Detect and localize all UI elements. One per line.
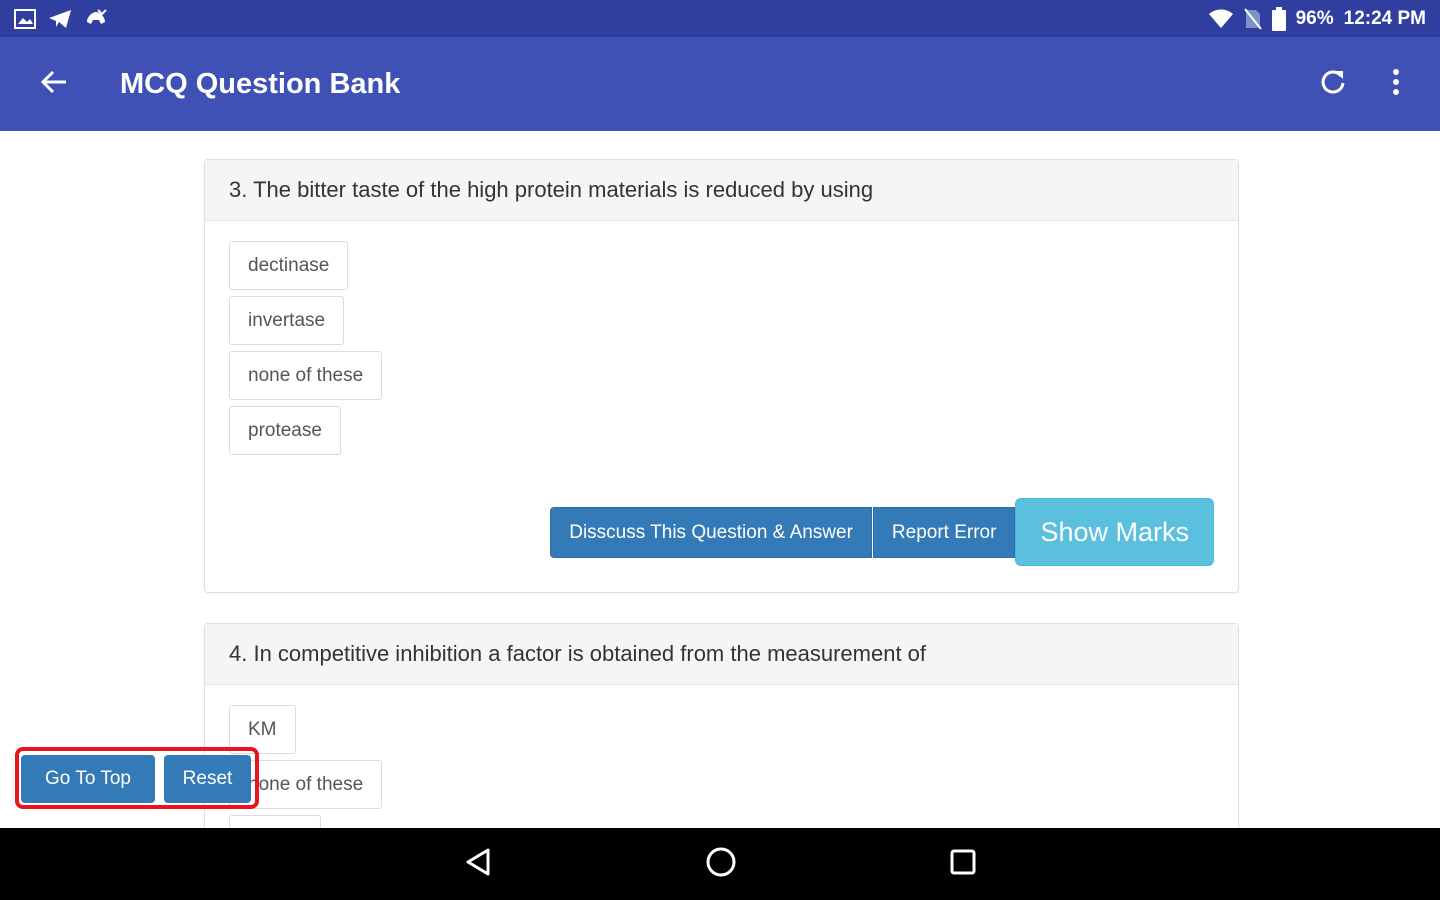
nav-recents-icon — [949, 848, 977, 881]
options-list: KM none of these — [205, 685, 1238, 828]
show-marks-button[interactable]: Show Marks — [1015, 498, 1214, 566]
question-card: 4. In competitive inhibition a factor is… — [204, 623, 1239, 828]
option-item[interactable]: none of these — [229, 351, 383, 400]
nav-recents-button[interactable] — [941, 842, 985, 886]
option-item[interactable]: protease — [229, 406, 341, 455]
image-icon — [14, 8, 36, 29]
refresh-button[interactable] — [1313, 64, 1353, 104]
app-bar: MCQ Question Bank — [0, 37, 1440, 131]
back-arrow-icon — [40, 68, 68, 101]
nav-home-button[interactable] — [699, 842, 743, 886]
floating-buttons-highlight: Go To Top Reset — [15, 747, 259, 809]
wifi-icon — [1208, 9, 1234, 29]
question-actions: Disscuss This Question & Answer Report E… — [550, 498, 1214, 566]
status-bar-notifications — [14, 0, 108, 37]
option-item[interactable] — [229, 815, 321, 828]
option-item[interactable]: invertase — [229, 296, 345, 345]
back-button[interactable] — [34, 64, 74, 104]
nav-home-icon — [705, 846, 737, 883]
refresh-icon — [1319, 68, 1347, 101]
status-bar: 96% 12:24 PM — [0, 0, 1440, 37]
question-card: 3. The bitter taste of the high protein … — [204, 159, 1239, 593]
navigation-bar — [0, 828, 1440, 900]
options-list: dectinase invertase none of these protea… — [205, 221, 1238, 455]
option-item[interactable]: dectinase — [229, 241, 349, 290]
report-error-button[interactable]: Report Error — [872, 506, 1016, 558]
nav-back-icon — [464, 847, 492, 882]
question-text: 4. In competitive inhibition a factor is… — [205, 624, 1238, 685]
question-list[interactable]: 3. The bitter taste of the high protein … — [0, 131, 1440, 828]
telegram-icon — [48, 9, 72, 29]
more-options-button[interactable] — [1376, 64, 1416, 104]
more-vert-icon — [1392, 68, 1400, 101]
battery-percent: 96% — [1295, 7, 1334, 29]
go-to-top-button[interactable]: Go To Top — [21, 755, 155, 803]
nav-back-button[interactable] — [456, 842, 500, 886]
reset-button[interactable]: Reset — [164, 755, 251, 803]
discuss-button[interactable]: Disscuss This Question & Answer — [550, 506, 872, 558]
battery-icon — [1271, 6, 1286, 31]
clock: 12:24 PM — [1343, 7, 1426, 29]
status-bar-system: 96% 12:24 PM — [1208, 0, 1426, 37]
no-sim-icon — [1243, 7, 1262, 30]
question-text: 3. The bitter taste of the high protein … — [205, 160, 1238, 221]
page-title: MCQ Question Bank — [120, 68, 401, 100]
missed-call-icon — [84, 8, 108, 30]
